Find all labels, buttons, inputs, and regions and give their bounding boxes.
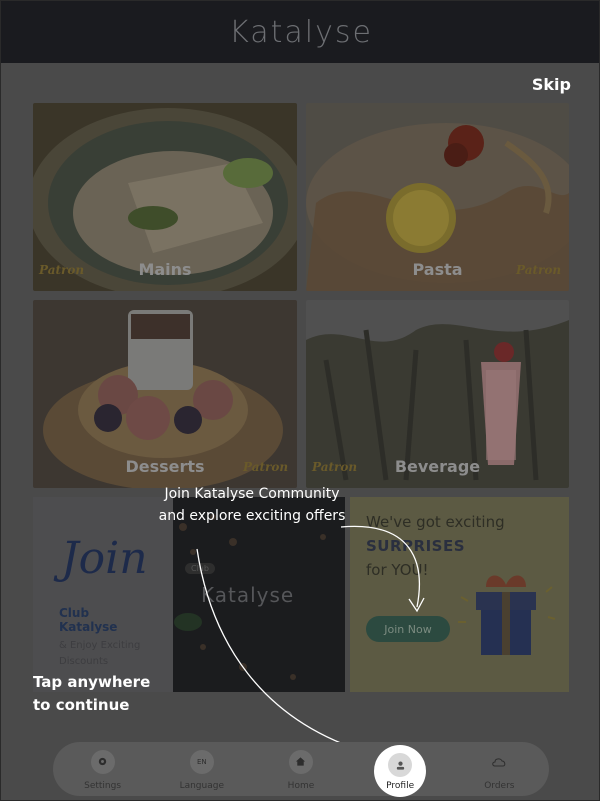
profile-active-highlight: Profile [374,745,427,797]
gear-icon [90,749,115,774]
app-header: Katalyse [1,1,599,63]
coach-join-line1: Join Katalyse Community [164,486,340,502]
coach-join-line2: and explore exciting offers [158,508,346,524]
cloud-icon [487,750,511,774]
club-chip: Club [185,563,215,574]
profile-icon [388,753,413,777]
coach-tap-line2: to continue [33,696,130,714]
nav-item-language[interactable]: EN Language [162,748,242,791]
app-logo: Katalyse [229,14,373,50]
nav-item-settings[interactable]: Settings [63,748,143,791]
tile-label-desserts: Desserts [125,457,205,476]
nav-item-home[interactable]: Home [261,748,341,791]
nav-label-settings: Settings [84,780,122,791]
category-tile-pasta[interactable]: Patron Pasta [306,103,569,291]
promo-join-line2: Discounts [59,656,109,667]
tile-label-mains: Mains [138,260,192,279]
language-badge: EN [196,757,207,766]
promo-join-line1: & Enjoy Exciting [59,640,141,651]
nav-item-orders[interactable]: Orders [459,748,539,791]
join-now-button[interactable]: Join Now [366,616,450,642]
promo-club-name: Club Katalyse [59,606,118,634]
surprise-line2: SURPRISES [366,537,466,555]
app-screen[interactable]: Katalyse Patron Mains Patron Pasta Patro… [0,0,600,801]
tile-label-pasta: Pasta [412,260,463,279]
promo-join-title: Join [61,533,148,584]
promo-logo: Katalyse [201,583,295,607]
category-tile-mains[interactable]: Patron Mains [33,103,297,291]
surprise-line1: We've got exciting [366,513,505,531]
tile-label-beverage: Beverage [394,457,481,476]
category-tile-beverage[interactable]: Patron Beverage [306,300,569,488]
bottom-navigation: Settings EN Language Home Profile Orders [53,742,549,797]
gift-box-icon [458,575,556,655]
coach-mark-join: Join Katalyse Community and explore exci… [142,483,362,527]
nav-label-orders: Orders [484,780,515,791]
nav-label-language: Language [179,780,224,791]
coach-mark-tap: Tap anywhere to continue [33,671,150,717]
nav-label-home: Home [287,780,315,791]
home-icon [288,749,313,774]
nav-item-profile[interactable]: Profile [360,745,440,797]
nav-label-profile: Profile [386,781,415,791]
promo-surprises[interactable]: We've got exciting SURPRISES for YOU! Jo… [350,497,569,692]
category-tile-desserts[interactable]: Patron Desserts [33,300,297,488]
coach-tap-line1: Tap anywhere [33,673,151,691]
language-icon: EN [189,749,214,774]
skip-button[interactable]: Skip [532,75,571,94]
